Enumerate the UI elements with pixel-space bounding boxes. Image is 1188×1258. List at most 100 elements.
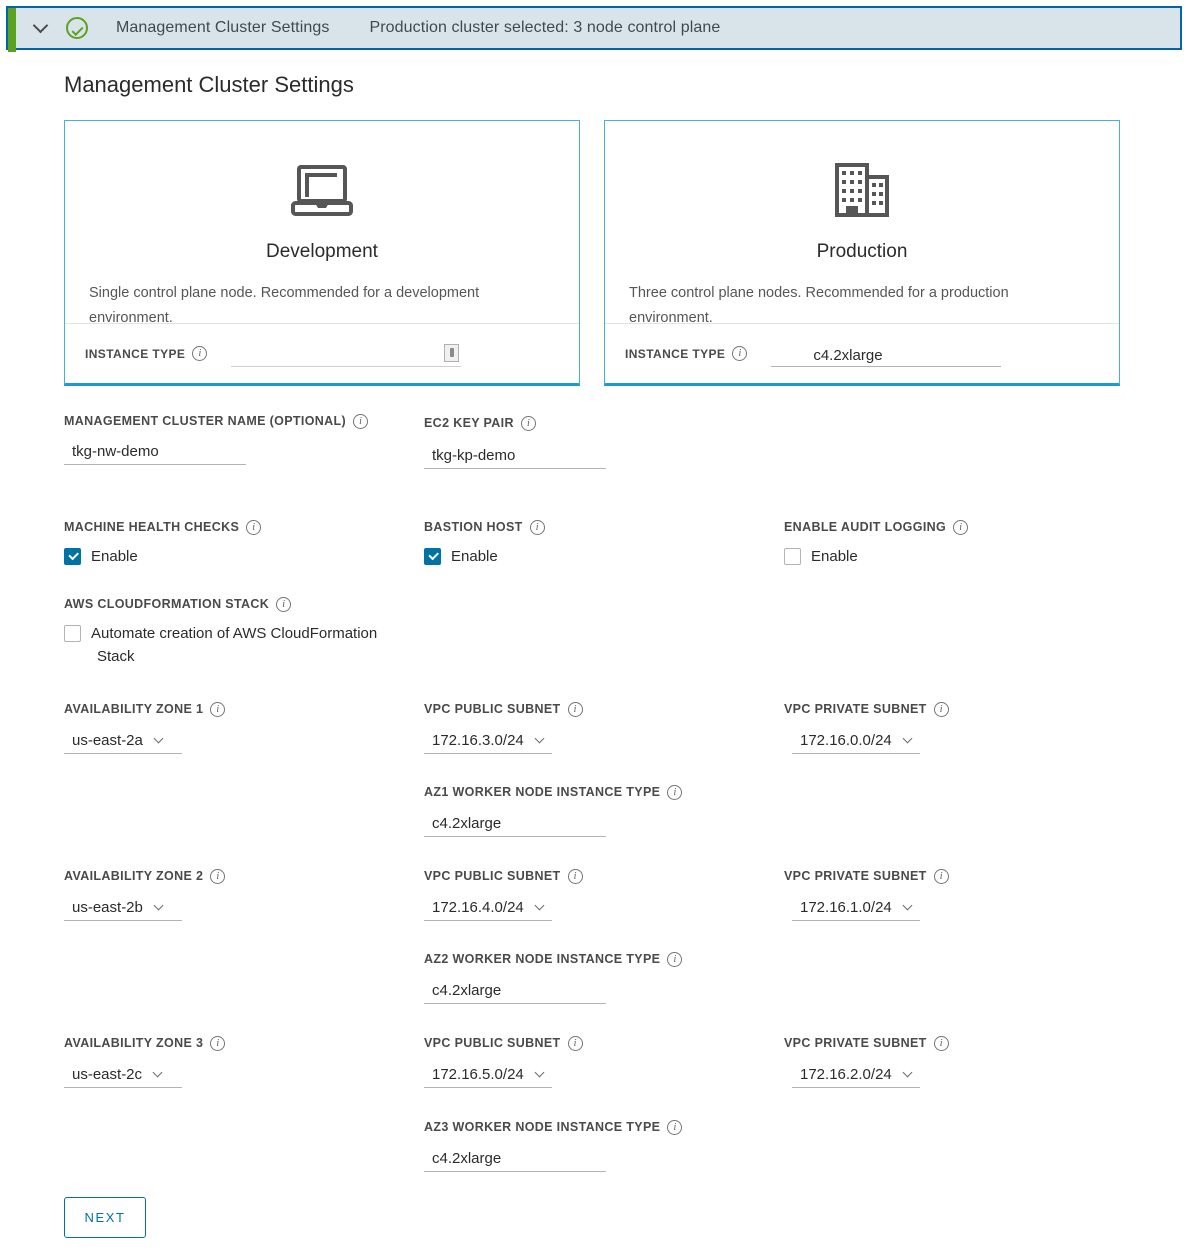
cluster-name-input[interactable]: tkg-nw-demo bbox=[64, 438, 246, 466]
az3-worker-instance-type-value: c4.2xlarge bbox=[432, 1149, 502, 1167]
az2-worker-instance-type-value: c4.2xlarge bbox=[432, 981, 502, 999]
info-icon[interactable]: i bbox=[210, 869, 226, 885]
az1-worker-instance-type-label: AZ1 WORKER NODE INSTANCE TYPE i bbox=[424, 783, 683, 802]
az3-private-subnet-select[interactable]: 172.16.2.0/24 bbox=[792, 1061, 920, 1089]
info-icon[interactable]: i bbox=[210, 702, 226, 718]
cloudformation-stack-checkbox-row[interactable]: Automate creation of AWS CloudFormation … bbox=[64, 623, 404, 668]
development-plan-name: Development bbox=[266, 241, 378, 262]
blocked-icon bbox=[444, 343, 460, 362]
cloudformation-stack-label: AWS CLOUDFORMATION STACK i bbox=[64, 595, 414, 614]
production-instance-type-select[interactable]: c4.2xlarge bbox=[771, 341, 1002, 367]
info-icon[interactable]: i bbox=[353, 414, 369, 430]
chevron-down-icon bbox=[534, 733, 545, 744]
az3-worker-instance-type-group: AZ3 WORKER NODE INSTANCE TYPE i c4.2xlar… bbox=[424, 1118, 683, 1173]
step-header-bar[interactable]: Management Cluster Settings Production c… bbox=[6, 6, 1182, 52]
bastion-host-checkbox-label: Enable bbox=[451, 548, 498, 566]
az1-private-subnet-value: 172.16.0.0/24 bbox=[800, 731, 892, 749]
production-plan-name: Production bbox=[816, 241, 908, 262]
az2-worker-instance-type-label: AZ2 WORKER NODE INSTANCE TYPE i bbox=[424, 950, 683, 969]
machine-health-checks-checkbox-row[interactable]: Enable bbox=[64, 546, 404, 569]
machine-health-checks-checkbox[interactable] bbox=[64, 548, 81, 566]
az1-public-subnet-group: VPC PUBLIC SUBNET i 172.16.3.0/24 bbox=[424, 700, 583, 755]
az1-worker-instance-type-select[interactable]: c4.2xlarge bbox=[424, 810, 606, 838]
chevron-down-icon bbox=[153, 733, 164, 744]
ec2-key-pair-input[interactable]: tkg-kp-demo bbox=[424, 442, 606, 470]
chevron-down-icon bbox=[534, 900, 545, 911]
info-icon[interactable]: i bbox=[246, 520, 262, 536]
info-icon[interactable]: i bbox=[933, 702, 949, 718]
az2-public-subnet-select[interactable]: 172.16.4.0/24 bbox=[424, 894, 552, 922]
az2-public-subnet-label: VPC PUBLIC SUBNET i bbox=[424, 867, 583, 886]
bastion-host-checkbox[interactable] bbox=[424, 548, 441, 566]
production-instance-type-row: INSTANCE TYPE i c4.2xlarge bbox=[605, 323, 1119, 383]
production-plan-card[interactable]: Production Three control plane nodes. Re… bbox=[604, 120, 1120, 386]
info-icon[interactable]: i bbox=[210, 1036, 226, 1052]
info-icon[interactable]: i bbox=[667, 1120, 683, 1136]
info-icon[interactable]: i bbox=[953, 520, 969, 536]
az2-worker-instance-type-select[interactable]: c4.2xlarge bbox=[424, 977, 606, 1005]
info-icon[interactable]: i bbox=[567, 702, 583, 718]
chevron-down-icon bbox=[32, 17, 48, 34]
availability-zone-3-group: AVAILABILITY ZONE 3 i us-east-2c bbox=[64, 1034, 226, 1089]
audit-logging-checkbox-row[interactable]: Enable bbox=[784, 546, 1114, 569]
az1-public-subnet-label: VPC PUBLIC SUBNET i bbox=[424, 700, 583, 719]
az1-worker-instance-type-value: c4.2xlarge bbox=[432, 814, 502, 832]
chevron-down-icon bbox=[902, 733, 913, 744]
availability-zone-1-value: us-east-2a bbox=[72, 731, 143, 749]
info-icon[interactable]: i bbox=[276, 597, 292, 613]
az1-public-subnet-value: 172.16.3.0/24 bbox=[432, 731, 524, 749]
audit-logging-group: ENABLE AUDIT LOGGING i Enable bbox=[784, 518, 1114, 569]
az1-private-subnet-select[interactable]: 172.16.0.0/24 bbox=[792, 727, 920, 755]
az1-private-subnet-label: VPC PRIVATE SUBNET i bbox=[784, 700, 949, 719]
info-icon[interactable]: i bbox=[933, 1036, 949, 1052]
bastion-host-checkbox-row[interactable]: Enable bbox=[424, 546, 754, 569]
info-icon[interactable]: i bbox=[732, 346, 748, 361]
circle-check-icon bbox=[66, 17, 88, 39]
az2-private-subnet-select[interactable]: 172.16.1.0/24 bbox=[792, 894, 920, 922]
availability-zone-1-select[interactable]: us-east-2a bbox=[64, 727, 182, 755]
collapse-step-button[interactable] bbox=[20, 8, 60, 48]
development-instance-type-select[interactable] bbox=[231, 341, 462, 367]
machine-health-checks-checkbox-label: Enable bbox=[91, 548, 138, 566]
info-icon[interactable]: i bbox=[192, 346, 208, 361]
az1-worker-instance-type-group: AZ1 WORKER NODE INSTANCE TYPE i c4.2xlar… bbox=[424, 783, 683, 838]
info-icon[interactable]: i bbox=[667, 785, 683, 801]
availability-zone-1-label: AVAILABILITY ZONE 1 i bbox=[64, 700, 226, 719]
info-icon[interactable]: i bbox=[529, 520, 545, 536]
az3-private-subnet-value: 172.16.2.0/24 bbox=[800, 1065, 892, 1083]
development-plan-card[interactable]: Development Single control plane node. R… bbox=[64, 120, 580, 386]
chevron-down-icon bbox=[152, 1067, 163, 1078]
management-cluster-settings-page: Management Cluster Settings Production c… bbox=[0, 0, 1188, 1258]
info-icon[interactable]: i bbox=[667, 952, 683, 968]
audit-logging-checkbox[interactable] bbox=[784, 548, 801, 566]
next-button[interactable]: NEXT bbox=[64, 1197, 146, 1238]
availability-zone-2-select[interactable]: us-east-2b bbox=[64, 894, 182, 922]
step-status-text: Production cluster selected: 3 node cont… bbox=[369, 19, 721, 36]
az1-private-subnet-group: VPC PRIVATE SUBNET i 172.16.0.0/24 bbox=[784, 700, 949, 755]
az3-private-subnet-label: VPC PRIVATE SUBNET i bbox=[784, 1034, 949, 1053]
az3-public-subnet-group: VPC PUBLIC SUBNET i 172.16.5.0/24 bbox=[424, 1034, 583, 1089]
info-icon[interactable]: i bbox=[933, 869, 949, 885]
az3-worker-instance-type-select[interactable]: c4.2xlarge bbox=[424, 1145, 606, 1173]
machine-health-checks-label: MACHINE HEALTH CHECKS i bbox=[64, 518, 404, 537]
info-icon[interactable]: i bbox=[520, 416, 536, 432]
info-icon[interactable]: i bbox=[567, 1036, 583, 1052]
az3-public-subnet-value: 172.16.5.0/24 bbox=[432, 1065, 524, 1083]
az1-public-subnet-select[interactable]: 172.16.3.0/24 bbox=[424, 727, 552, 755]
az3-public-subnet-label: VPC PUBLIC SUBNET i bbox=[424, 1034, 583, 1053]
availability-zone-1-group: AVAILABILITY ZONE 1 i us-east-2a bbox=[64, 700, 226, 755]
cloudformation-stack-checkbox[interactable] bbox=[64, 625, 81, 643]
az3-public-subnet-select[interactable]: 172.16.5.0/24 bbox=[424, 1061, 552, 1089]
step-status-accent bbox=[8, 8, 16, 52]
ec2-key-pair-value: tkg-kp-demo bbox=[432, 446, 516, 464]
availability-zone-3-select[interactable]: us-east-2c bbox=[64, 1061, 182, 1089]
az2-worker-instance-type-group: AZ2 WORKER NODE INSTANCE TYPE i c4.2xlar… bbox=[424, 950, 683, 1005]
ec2-key-pair-label: EC2 KEY PAIR i bbox=[424, 414, 754, 433]
az3-private-subnet-group: VPC PRIVATE SUBNET i 172.16.2.0/24 bbox=[784, 1034, 949, 1089]
chevron-down-icon bbox=[902, 1067, 913, 1078]
info-icon[interactable]: i bbox=[567, 869, 583, 885]
cluster-name-value: tkg-nw-demo bbox=[72, 442, 159, 460]
cluster-name-label: MANAGEMENT CLUSTER NAME (OPTIONAL) i bbox=[64, 412, 414, 431]
availability-zone-2-label: AVAILABILITY ZONE 2 i bbox=[64, 867, 226, 886]
az2-public-subnet-group: VPC PUBLIC SUBNET i 172.16.4.0/24 bbox=[424, 867, 583, 922]
